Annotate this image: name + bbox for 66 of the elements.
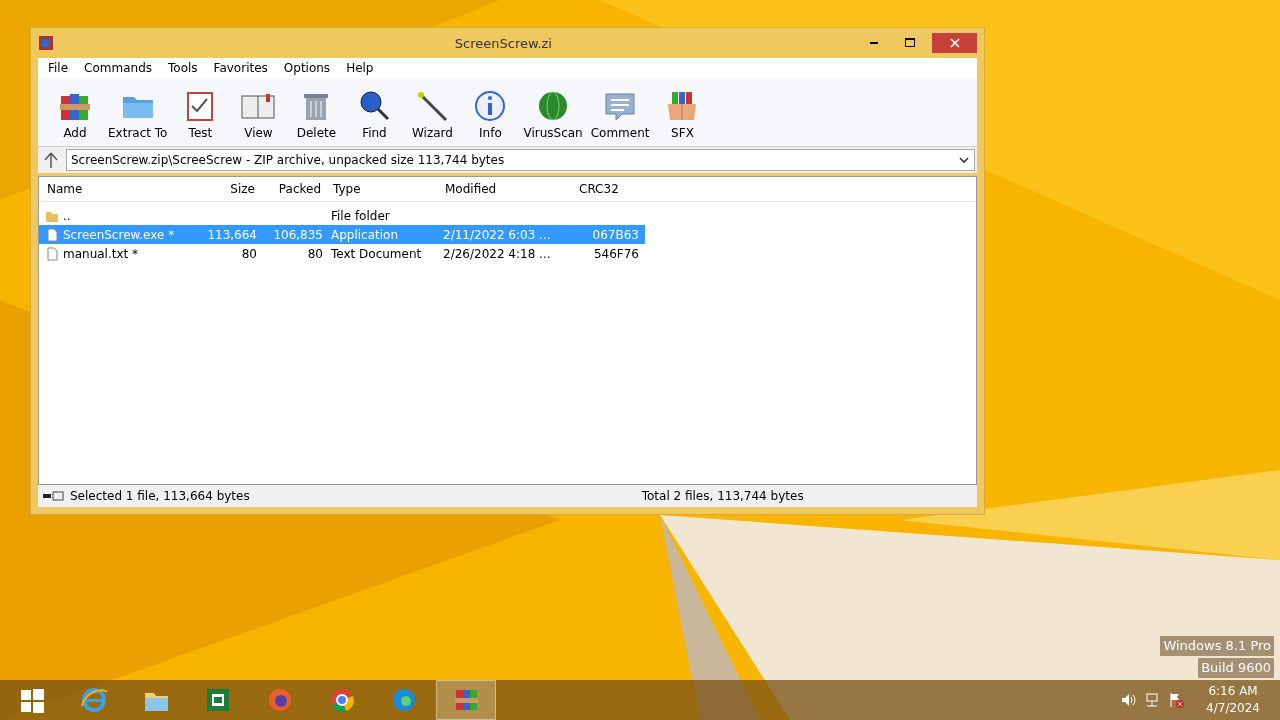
table-cell-text: 546F76 <box>592 246 640 261</box>
file-name: .. <box>63 208 71 223</box>
os-version-label: Build 9600 <box>1198 658 1274 678</box>
speaker-icon <box>1120 692 1137 708</box>
toolbar-button[interactable]: View <box>231 88 286 140</box>
table-cell-text: 80 <box>240 246 258 261</box>
menu-item[interactable]: File <box>40 58 77 78</box>
column-header[interactable]: CRC32 <box>573 182 643 196</box>
fox-globe-icon <box>266 686 294 714</box>
table-cell-text: 067B63 <box>591 227 640 242</box>
table-cell-text: Application <box>330 227 400 242</box>
windows-logo-icon <box>18 686 46 714</box>
menu-item[interactable]: Favorites <box>205 58 276 78</box>
table-cell-text: File folder <box>330 208 391 223</box>
toolbar-button[interactable]: Extract To <box>106 88 170 140</box>
spreadsheet-icon <box>204 686 232 714</box>
column-header[interactable]: Packed <box>261 182 327 196</box>
menu-item[interactable]: Help <box>338 58 382 78</box>
toolbar-button[interactable]: Test <box>173 88 228 140</box>
maximize-icon <box>904 37 916 49</box>
table-cell-text: 113,664 <box>206 227 258 242</box>
close-icon <box>948 37 961 49</box>
toolbar-button[interactable]: Comment <box>588 88 652 140</box>
address-field[interactable]: ScreenScrew.zip\ScreeScrew - ZIP archive, unpacked size 113,744 bytes <box>66 149 975 171</box>
file-icon <box>45 227 59 242</box>
flag-icon <box>1168 692 1185 708</box>
close-button[interactable] <box>932 33 977 53</box>
table-cell-text: 2/11/2022 6:03 ... <box>442 227 552 242</box>
clock-date: 4/7/2024 <box>1206 700 1260 717</box>
drive-icon <box>42 488 64 504</box>
browser-e-icon <box>80 686 108 714</box>
os-version-label: Windows 8.1 Pro <box>1160 636 1274 656</box>
toolbar-button[interactable]: Add <box>48 88 102 140</box>
toolbar-button[interactable]: Wizard <box>405 88 460 140</box>
app-icon <box>38 35 54 51</box>
taskbar-app[interactable] <box>436 680 496 720</box>
table-cell-text: 80 <box>306 246 324 261</box>
table-cell-text: 2/26/2022 4:18 ... <box>442 246 552 261</box>
toolbar-button[interactable]: SFX <box>655 88 710 140</box>
menu-item[interactable]: Options <box>275 58 339 78</box>
menu-item[interactable]: Tools <box>160 58 206 78</box>
minimize-icon <box>870 42 878 44</box>
toolbar-button[interactable]: Delete <box>289 88 344 140</box>
dropdown-icon <box>958 154 970 166</box>
column-header[interactable]: Type <box>327 182 439 196</box>
swirl-icon <box>390 686 418 714</box>
menu-item[interactable]: Commands <box>76 58 161 78</box>
file-row[interactable]: .. File folder <box>39 206 645 225</box>
clock-time: 6:16 AM <box>1208 683 1258 700</box>
column-header[interactable]: Name <box>41 182 201 196</box>
file-icon <box>45 246 59 261</box>
toolbar-button[interactable]: Info <box>463 88 518 140</box>
toolbar-button[interactable]: VirusScan <box>521 88 585 140</box>
file-name: manual.txt * <box>63 246 139 261</box>
table-cell-text: 106,835 <box>272 227 324 242</box>
network-icon <box>1144 692 1161 708</box>
toolbar-button[interactable]: Find <box>347 88 402 140</box>
column-header[interactable]: Modified <box>439 182 573 196</box>
window-title: ScreenScrew.zi <box>453 35 553 51</box>
status-text: Total 2 files, 113,744 bytes <box>641 489 804 503</box>
column-header[interactable]: Size <box>201 182 261 196</box>
table-cell-text: Text Document <box>330 246 423 261</box>
file-name: ScreenScrew.exe * <box>63 227 175 242</box>
file-row[interactable]: manual.txt * 80 80 Text Document 2/26/2022 4:18 ... 546F76 <box>39 244 645 263</box>
chrome-ball-icon <box>328 686 356 714</box>
status-text: Selected 1 file, 113,664 bytes <box>70 489 250 503</box>
